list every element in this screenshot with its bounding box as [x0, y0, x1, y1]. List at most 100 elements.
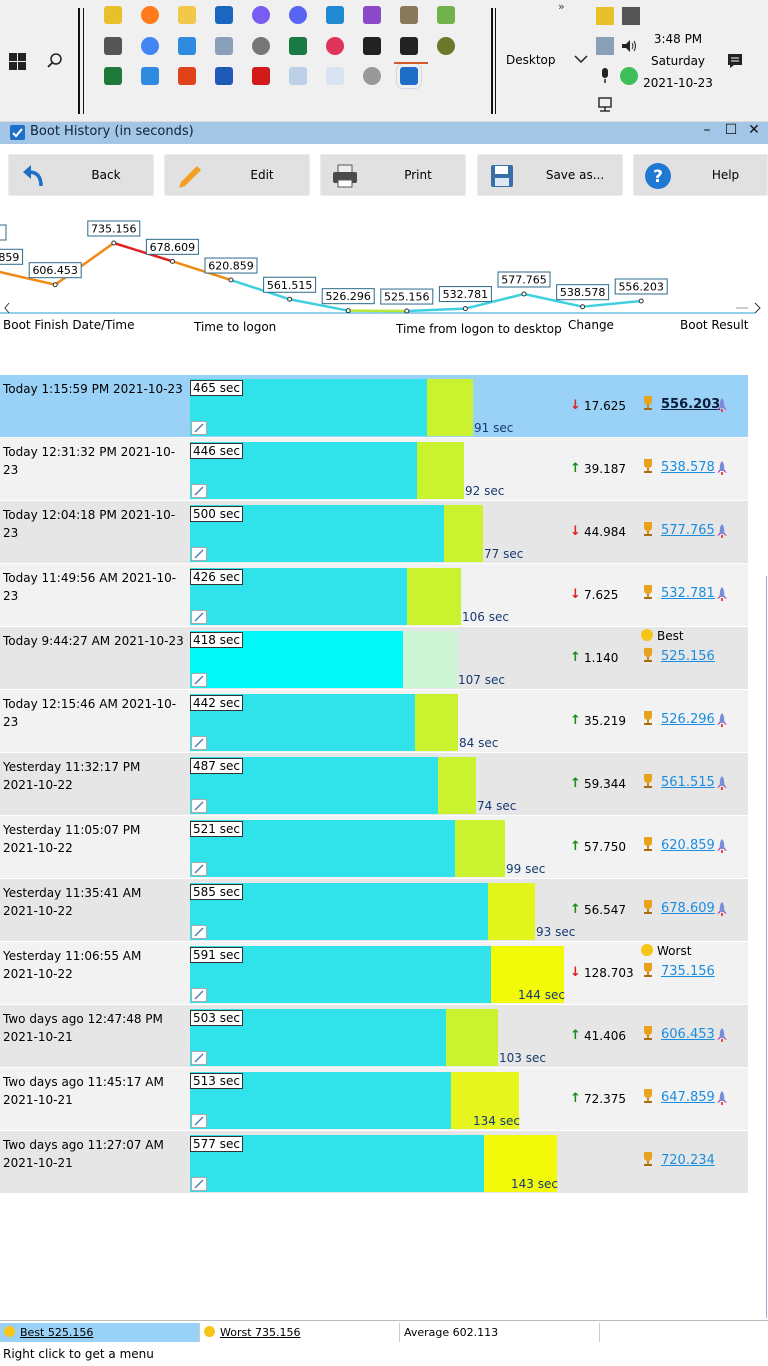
paint-icon[interactable] — [437, 6, 455, 24]
boot-result-link[interactable]: 720.234 — [661, 1153, 715, 1168]
edit-note-icon[interactable] — [191, 1177, 207, 1191]
edit-note-icon[interactable] — [191, 610, 207, 624]
boot-result-link[interactable]: 526.296 — [661, 712, 715, 727]
start-button[interactable] — [9, 53, 26, 70]
search-icon[interactable] — [46, 52, 64, 70]
boot-result-link[interactable]: 561.515 — [661, 775, 715, 790]
boot-row[interactable]: Yesterday 11:06:55 AM 2021-10-22 591 sec 1… — [0, 942, 748, 1004]
settings-grid-icon[interactable] — [178, 37, 196, 55]
edit-note-icon[interactable] — [191, 988, 207, 1002]
rocket-icon[interactable] — [716, 901, 728, 917]
boot-row[interactable]: Today 12:04:18 PM 2021-10-23 500 sec 77 se… — [0, 501, 748, 563]
boot-result-link[interactable]: 577.765 — [661, 523, 715, 538]
rocket-icon[interactable] — [716, 775, 728, 791]
notification-icon[interactable] — [726, 52, 744, 70]
rocket-icon[interactable] — [716, 460, 728, 476]
help-button[interactable]: ? Help — [633, 154, 768, 196]
sync-tray-icon[interactable] — [620, 67, 638, 85]
toolbar-grip[interactable] — [491, 8, 493, 114]
chart-point[interactable] — [462, 306, 468, 312]
rocket-icon[interactable] — [716, 523, 728, 539]
tree-icon[interactable] — [437, 37, 455, 55]
chevron-down-icon[interactable] — [574, 54, 588, 64]
save-as-button[interactable]: Save as... — [477, 154, 623, 196]
edit-note-icon[interactable] — [191, 925, 207, 939]
back-button[interactable]: Back — [8, 154, 154, 196]
edit-note-icon[interactable] — [191, 799, 207, 813]
boot-row[interactable]: Today 1:15:59 PM 2021-10-23 465 sec 91 sec… — [0, 375, 748, 437]
volume-icon[interactable] — [620, 37, 638, 55]
firefox-icon[interactable] — [141, 6, 159, 24]
overflow-chevron-icon[interactable]: » — [558, 0, 565, 13]
rocket-icon[interactable] — [716, 586, 728, 602]
magnifier-tray-icon[interactable] — [596, 37, 614, 55]
chart-point[interactable] — [228, 277, 234, 283]
boot-row[interactable]: Today 9:44:27 AM 2021-10-23 418 sec 107 se… — [0, 627, 748, 689]
office-icon[interactable] — [178, 67, 196, 85]
molecule-icon[interactable] — [326, 37, 344, 55]
edit-note-icon[interactable] — [191, 547, 207, 561]
boot-row[interactable]: Two days ago 12:47:48 PM 2021-10-21 503 s… — [0, 1005, 748, 1067]
boot-history-chart[interactable]: 647.859 606.453 735.156 678.609 620.859 561.5… — [0, 210, 768, 316]
boot-result-link[interactable]: 647.859 — [661, 1090, 715, 1105]
print-button[interactable]: Print — [320, 154, 466, 196]
edit-note-icon[interactable] — [191, 862, 207, 876]
window-titlebar[interactable]: Boot History (in seconds) – ☐ ✕ — [0, 122, 768, 144]
outlook-icon[interactable] — [215, 6, 233, 24]
document-icon[interactable] — [326, 67, 344, 85]
chrome-icon[interactable] — [141, 37, 159, 55]
rocket-icon[interactable] — [716, 1090, 728, 1106]
header-logon[interactable]: Time to logon — [194, 320, 276, 334]
boot-row[interactable]: Yesterday 11:32:17 PM 2021-10-22 487 sec 7… — [0, 753, 748, 815]
cmd-icon[interactable] — [363, 37, 381, 55]
desktop-toolbar-label[interactable]: Desktop — [506, 53, 556, 67]
id-card-icon[interactable] — [141, 67, 159, 85]
boot-result-link[interactable]: 538.578 — [661, 460, 715, 475]
file-explorer-icon[interactable] — [178, 6, 196, 24]
messenger-icon[interactable] — [252, 6, 270, 24]
boot-result-link[interactable]: 606.453 — [661, 1027, 715, 1042]
edit-note-icon[interactable] — [191, 1114, 207, 1128]
visual-studio-icon[interactable] — [363, 6, 381, 24]
boot-row[interactable]: Yesterday 11:35:41 AM 2021-10-22 585 sec 9… — [0, 879, 748, 941]
boot-row[interactable]: Yesterday 11:05:07 PM 2021-10-22 521 sec 9… — [0, 816, 748, 878]
boot-history-app-icon[interactable] — [396, 63, 422, 89]
header-date[interactable]: Boot Finish Date/Time — [3, 318, 135, 332]
boot-row[interactable]: Today 11:49:56 AM 2021-10-23 426 sec 106 s… — [0, 564, 748, 626]
header-desktop[interactable]: Time from logon to desktop — [396, 322, 562, 336]
boot-result-link[interactable]: 678.609 — [661, 901, 715, 916]
edit-button[interactable]: Edit — [164, 154, 310, 196]
status-worst[interactable]: Worst 735.156 — [200, 1323, 400, 1342]
notepad-icon[interactable] — [289, 67, 307, 85]
boot-result-link[interactable]: 525.156 — [661, 649, 715, 664]
edit-note-icon[interactable] — [191, 421, 207, 435]
edit-note-icon[interactable] — [191, 736, 207, 750]
boot-row[interactable]: Two days ago 11:27:07 AM 2021-10-21 577 s… — [0, 1131, 748, 1193]
edit-note-icon[interactable] — [191, 1051, 207, 1065]
gear-icon[interactable] — [252, 37, 270, 55]
chart-point[interactable] — [169, 258, 175, 264]
boot-row[interactable]: Today 12:31:32 PM 2021-10-23 446 sec 92 se… — [0, 438, 748, 500]
boot-row[interactable]: Two days ago 11:45:17 AM 2021-10-21 513 s… — [0, 1068, 748, 1130]
camera-tray-icon[interactable] — [622, 7, 640, 25]
network-tray-icon[interactable] — [596, 96, 614, 114]
word-icon[interactable] — [215, 67, 233, 85]
rocket-icon[interactable] — [716, 1027, 728, 1043]
status-worst-text[interactable]: Worst 735.156 — [220, 1326, 301, 1339]
header-result[interactable]: Boot Result — [680, 318, 749, 332]
chart-point[interactable] — [345, 308, 351, 314]
boot-result-link[interactable]: 532.781 — [661, 586, 715, 601]
winsnap-icon[interactable] — [104, 6, 122, 24]
toolbar-grip[interactable] — [78, 8, 80, 114]
money-manager-icon[interactable] — [289, 37, 307, 55]
clock-day[interactable]: Saturday — [640, 54, 716, 68]
boot-result-link[interactable]: 735.156 — [661, 964, 715, 979]
discord-icon[interactable] — [289, 6, 307, 24]
chart-point[interactable] — [638, 298, 644, 304]
chart-point[interactable] — [287, 296, 293, 302]
edit-note-icon[interactable] — [191, 484, 207, 498]
clock-time[interactable]: 3:48 PM — [640, 32, 716, 46]
chart-point[interactable] — [111, 240, 117, 246]
status-best-text[interactable]: Best 525.156 — [20, 1326, 93, 1339]
rocket-icon[interactable] — [716, 397, 728, 413]
